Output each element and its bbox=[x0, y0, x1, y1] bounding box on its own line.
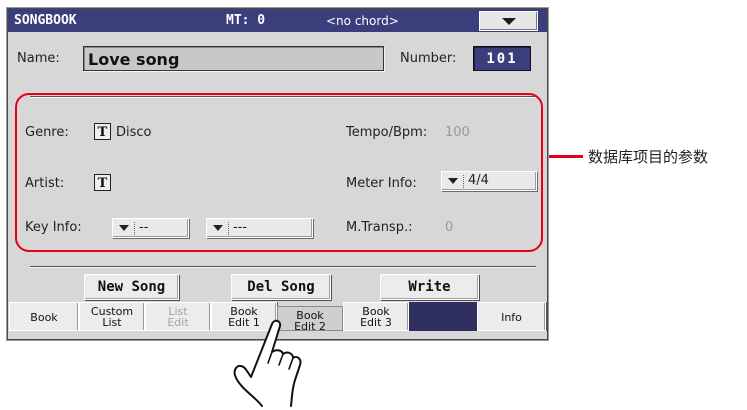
tab-book-edit-3-line2: Edit 3 bbox=[360, 316, 392, 329]
page-title: SONGBOOK bbox=[14, 13, 77, 28]
new-song-button[interactable]: New Song bbox=[84, 274, 179, 300]
annotation-text: 数据库项目的参数 bbox=[588, 148, 709, 166]
mt-indicator: MT: 0 bbox=[226, 13, 266, 28]
del-song-button[interactable]: Del Song bbox=[231, 274, 331, 300]
number-label: Number: bbox=[400, 51, 457, 66]
tab-info[interactable]: Info bbox=[477, 302, 546, 331]
tab-custom-list-line2: List bbox=[102, 316, 122, 329]
divider-bottom bbox=[30, 266, 536, 268]
annotation-leader-line bbox=[549, 155, 583, 158]
tab-list-edit[interactable]: List Edit bbox=[145, 302, 211, 331]
name-label: Name: bbox=[17, 51, 60, 66]
chevron-down-icon bbox=[502, 18, 516, 25]
tab-book[interactable]: Book bbox=[9, 302, 79, 331]
pointing-hand-icon bbox=[233, 319, 302, 407]
tab-custom-list[interactable]: Custom List bbox=[79, 302, 145, 331]
tab-list-edit-line2: Edit bbox=[167, 316, 189, 329]
parameters-highlight-frame bbox=[15, 93, 543, 252]
song-name-field[interactable]: Love song bbox=[83, 46, 384, 71]
page-menu-button[interactable] bbox=[479, 11, 538, 31]
tab-empty bbox=[409, 302, 477, 331]
chord-indicator: <no chord> bbox=[326, 14, 399, 28]
write-button[interactable]: Write bbox=[380, 274, 479, 300]
tab-book-edit-3[interactable]: Book Edit 3 bbox=[343, 302, 409, 331]
song-number-field[interactable]: 101 bbox=[473, 46, 531, 71]
title-bar: SONGBOOK MT: 0 <no chord> bbox=[8, 9, 547, 32]
